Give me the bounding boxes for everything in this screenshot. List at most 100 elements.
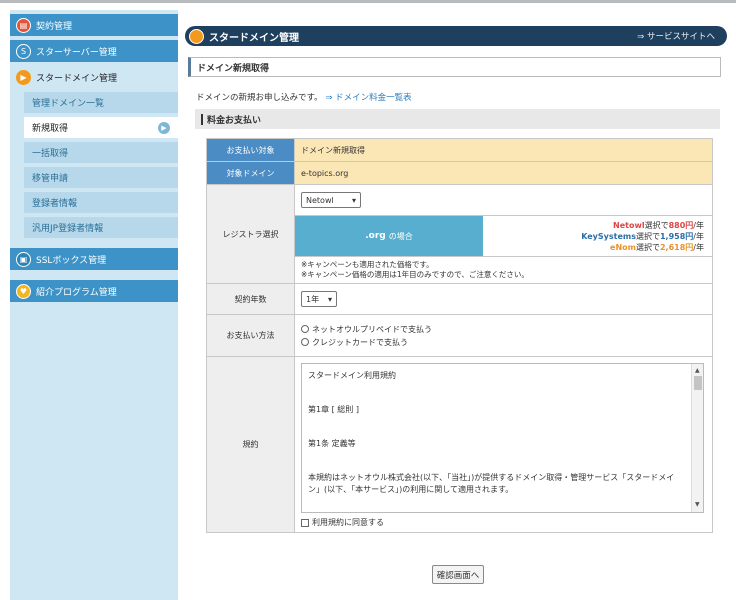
registrar-select-value: Netowl: [306, 195, 334, 205]
price-pre: 選択で: [635, 231, 660, 241]
top-border: [0, 0, 736, 10]
campaign-note: ※キャンペーンも適用された価格です。: [301, 260, 434, 269]
sidebar-item-ssl[interactable]: ▣ SSLボックス管理: [10, 248, 178, 270]
section-title-text: ドメイン新規取得: [197, 63, 270, 74]
sidebar-item-stardomain[interactable]: ▶ スタードメイン管理: [10, 66, 178, 88]
terms-label: 規約: [206, 356, 295, 533]
sidebar-item-label: スタードメイン管理: [36, 73, 118, 84]
sidebar-item-affiliate[interactable]: ♥ 紹介プログラム管理: [10, 280, 178, 302]
price-name: Netowl: [613, 220, 645, 230]
sidebar-item-label: 紹介プログラム管理: [36, 287, 117, 298]
price-name: eNom: [610, 242, 636, 252]
sidebar-sub-label: 一括取得: [32, 149, 69, 159]
payment-option-prepaid[interactable]: ネットオウルプリペイドで支払う: [301, 323, 712, 336]
sidebar-sub-domain-list[interactable]: 管理ドメイン一覧: [24, 92, 178, 113]
payment-form: お支払い対象 ドメイン新規取得 対象ドメイン e-topics.org レジスト…: [206, 138, 713, 533]
sidebar-sub-label: 登録者情報: [32, 199, 78, 209]
payment-label: お支払い方法: [206, 314, 295, 357]
registrar-select[interactable]: Netowl ▾: [301, 192, 361, 208]
domain-value: e-topics.org: [294, 161, 713, 185]
price-netowl: Netowl選択で880円/年: [483, 220, 704, 231]
sidebar-sub-new[interactable]: 新規取得 ▶: [24, 117, 178, 138]
agree-checkbox[interactable]: [301, 518, 309, 527]
campaign-notes: ※キャンペーンも適用された価格です。 ※キャンペーン価格の適用は1年目のみですの…: [295, 257, 712, 283]
sidebar-sub-jp-registrant[interactable]: 汎用JP登録者情報: [24, 217, 178, 238]
payment-heading-text: 料金お支払い: [207, 115, 262, 126]
campaign-note: ※キャンペーン価格の適用は1年目のみですので、ご注意ください。: [301, 270, 529, 279]
sidebar-sub-label: 移管申請: [32, 174, 69, 184]
price-list: Netowl選択で880円/年 KeySystems選択で1,958円/年 eN…: [483, 216, 712, 256]
sidebar-sub-label: 新規取得: [32, 124, 69, 134]
radio-button[interactable]: [301, 338, 309, 346]
sidebar-sub-registrant[interactable]: 登録者情報: [24, 192, 178, 213]
price-value: 2,618円: [659, 242, 694, 252]
years-select-value: 1年: [306, 294, 320, 304]
domain-icon: [189, 28, 204, 44]
terms-line: スタードメイン利用規約: [308, 371, 396, 380]
sidebar: ▤ 契約管理 S スターサーバー管理 ▶ スタードメイン管理 管理ドメイン一覧 …: [10, 10, 178, 600]
sidebar-sub-label: 汎用JP登録者情報: [32, 224, 104, 234]
price-keysystems: KeySystems選択で1,958円/年: [483, 231, 704, 242]
years-cell: 1年 ▾: [294, 283, 713, 315]
price-value: 880円: [668, 220, 694, 230]
target-label: お支払い対象: [206, 138, 295, 162]
service-site-link[interactable]: ⇒ サービスサイトへ: [637, 30, 715, 42]
terms-textarea[interactable]: スタードメイン利用規約 第1章 [ 総則 ] 第1条 定義等 本規約はネットオウ…: [301, 363, 704, 513]
terms-line: 第1章 [ 総則 ]: [308, 405, 359, 414]
sidebar-sub-transfer[interactable]: 移管申請: [24, 167, 178, 188]
payment-cell: ネットオウルプリペイドで支払う クレジットカードで支払う: [294, 314, 713, 357]
radio-button[interactable]: [301, 325, 309, 333]
terms-line: 第1条 定義等: [308, 439, 356, 448]
registrar-cell: Netowl ▾ .org の場合 Netowl選択で880円/年 KeySyste…: [294, 184, 713, 284]
payment-option-card[interactable]: クレジットカードで支払う: [301, 336, 712, 349]
server-icon: S: [16, 43, 31, 59]
domain-label: 対象ドメイン: [206, 161, 295, 185]
registrar-select-row: Netowl ▾: [295, 185, 712, 215]
payment-subheading: 料金お支払い: [195, 109, 720, 129]
radio-label: ネットオウルプリペイドで支払う: [312, 324, 432, 334]
sidebar-item-contract[interactable]: ▤ 契約管理: [10, 14, 178, 36]
main-header: スタードメイン管理 ⇒ サービスサイトへ: [185, 26, 727, 46]
sidebar-sub-label: 管理ドメイン一覧: [32, 99, 105, 109]
registrar-label: レジストラ選択: [206, 184, 295, 284]
years-select[interactable]: 1年 ▾: [301, 291, 337, 307]
radio-label: クレジットカードで支払う: [312, 337, 408, 347]
price-list-link[interactable]: ⇒ ドメイン料金一覧表: [325, 93, 411, 103]
confirm-button[interactable]: 確認画面へ: [432, 565, 484, 584]
section-title: ドメイン新規取得: [188, 57, 721, 77]
years-label: 契約年数: [206, 283, 295, 315]
price-pre: 選択で: [635, 242, 660, 252]
target-value: ドメイン新規取得: [294, 138, 713, 162]
sidebar-item-label: SSLボックス管理: [36, 255, 107, 266]
agree-checkbox-row[interactable]: 利用規約に同意する: [301, 517, 712, 528]
contract-icon: ▤: [16, 17, 31, 33]
terms-line: 本規約はネットオウル株式会社(以下、「当社」)が提供するドメイン取得・管理サービ…: [308, 473, 675, 494]
terms-scrollbar[interactable]: ▲ ▼: [691, 364, 703, 512]
price-value: 1,958円: [659, 231, 694, 241]
sidebar-item-starserver[interactable]: S スターサーバー管理: [10, 40, 178, 62]
affiliate-icon: ♥: [16, 283, 31, 299]
intro-label: ドメインの新規お申し込みです。: [196, 93, 323, 103]
price-post: /年: [693, 220, 704, 230]
chevron-down-icon: ▾: [351, 195, 356, 205]
sidebar-item-label: スターサーバー管理: [36, 47, 117, 58]
price-post: /年: [693, 231, 704, 241]
org-suffix: の場合: [388, 231, 413, 241]
org-tld: .org: [365, 231, 386, 241]
price-pre: 選択で: [644, 220, 669, 230]
sidebar-sub-bulk[interactable]: 一括取得: [24, 142, 178, 163]
chevron-down-icon: ▾: [327, 294, 332, 304]
terms-cell: スタードメイン利用規約 第1章 [ 総則 ] 第1条 定義等 本規約はネットオウ…: [294, 356, 713, 533]
org-tld-box: .org の場合: [295, 216, 483, 256]
price-name: KeySystems: [581, 231, 636, 241]
agree-label: 利用規約に同意する: [312, 518, 384, 527]
domain-icon: ▶: [16, 69, 31, 85]
scroll-thumb[interactable]: [694, 376, 702, 390]
price-post: /年: [693, 242, 704, 252]
scroll-down-icon[interactable]: ▼: [695, 499, 700, 511]
sidebar-item-label: 契約管理: [36, 21, 73, 32]
page-title: スタードメイン管理: [209, 32, 299, 44]
intro-text: ドメインの新規お申し込みです。 ⇒ ドメイン料金一覧表: [196, 91, 412, 103]
heading-bar: [201, 113, 203, 125]
chevron-right-icon: ▶: [158, 121, 170, 134]
